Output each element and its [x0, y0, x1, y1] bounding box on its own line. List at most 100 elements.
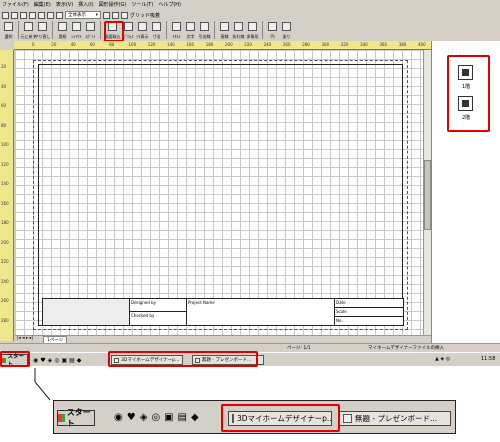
tool-fill[interactable]: 塗り [280, 21, 293, 40]
ruler-tick-label: 160 [1, 200, 9, 206]
zoom-in-icon[interactable] [47, 11, 54, 19]
ruler-tick-label: 200 [1, 239, 9, 245]
tool-label: 引出線 [198, 34, 211, 39]
tool-label: 塗り [282, 34, 291, 39]
tool-polyline[interactable]: 折れ線 [232, 21, 245, 40]
ruler-tick-label: 220 [244, 42, 252, 47]
separator [52, 21, 53, 39]
print-icon[interactable] [29, 11, 36, 19]
tool-label: ﾃｷｽﾄ [172, 34, 181, 39]
tab-nav-arrows[interactable]: |◂ ◂ ▸ ▸| [17, 336, 33, 341]
tool-leader[interactable]: 引出線 [198, 21, 211, 40]
ruler-tick-label: 280 [302, 42, 310, 47]
date-cell: Date [335, 299, 403, 308]
tool-line[interactable]: 直線 [218, 21, 231, 40]
highlight-floor-panel [447, 55, 490, 132]
polygon-icon [248, 22, 257, 31]
new-icon[interactable] [2, 11, 9, 19]
zoom-out-icon[interactable] [56, 11, 63, 19]
ruler-tick-label: 240 [263, 42, 272, 47]
tool-page[interactable]: 用紙 [56, 21, 69, 40]
standard-toolbar: 全体表示 ▾ グリッド吸着 [0, 10, 500, 20]
grid-snap-label[interactable]: グリッド吸着 [130, 12, 160, 19]
ruler-tick-label: 60 [1, 103, 7, 108]
ruler-tick-label: 120 [1, 161, 9, 167]
tool-label: ﾜｸ表示 [136, 34, 149, 39]
menu-tools[interactable]: ツール(T) [131, 1, 153, 8]
tool-label: 選択 [4, 34, 13, 39]
menu-help[interactable]: ヘルプ(H) [158, 1, 181, 8]
ruler-tick-label: 260 [282, 42, 291, 47]
ruler-tick-label: 120 [147, 42, 156, 47]
ruler-tick-label: 240 [1, 278, 9, 284]
ruler-tick-label: 140 [167, 42, 175, 47]
app-icon [343, 414, 352, 423]
quicklaunch-icons[interactable]: ◉♥◈◎▣▤◆ [33, 357, 83, 364]
zoom-window-icon[interactable] [38, 11, 45, 19]
ruler-tick-label: 40 [70, 42, 76, 47]
tool-eyedropper[interactable]: ｽﾎﾟｲﾄ [84, 21, 97, 40]
zoom-task-present-board[interactable]: 無題 - プレゼンボード... [339, 411, 451, 426]
redo-icon [38, 22, 47, 31]
tool-redo[interactable]: やり直し [35, 21, 51, 40]
drawing-canvas[interactable]: Designed by Checked by Project Name Date… [15, 50, 423, 335]
pageset-icon [72, 22, 81, 31]
tool-text[interactable]: ﾃｷｽﾄ [170, 21, 183, 40]
ruler-tick-label: 80 [1, 122, 7, 128]
paste-icon[interactable] [112, 11, 119, 19]
menu-edit[interactable]: 編集(E) [34, 1, 51, 8]
table-icon [124, 22, 133, 31]
inner-frame [38, 64, 403, 326]
designed-by-cell: Designed by [130, 299, 187, 312]
tool-circle[interactable]: 円 [266, 21, 279, 40]
menu-shape[interactable]: 図形操作(G) [99, 1, 127, 8]
eyedrop-icon [86, 22, 95, 31]
fill-icon [282, 22, 291, 31]
ruler-tick-label: 60 [89, 42, 95, 47]
windows-logo-icon [58, 414, 65, 422]
page-icon [58, 22, 67, 31]
scroll-thumb[interactable] [424, 160, 431, 230]
menu-file[interactable]: ファイル(F) [2, 1, 29, 8]
tool-frame[interactable]: ﾜｸ表示 [136, 21, 149, 40]
tool-label: 多角形 [246, 34, 259, 39]
tool-dimension[interactable]: 寸法 [150, 21, 163, 40]
tray-icons[interactable]: ▲ ◈ ◎ [435, 356, 450, 362]
menu-view[interactable]: 表示(V) [56, 1, 73, 8]
tool-undo[interactable]: 元に戻す [21, 21, 37, 40]
tool-select[interactable]: 選択 [2, 21, 15, 40]
tool-polygon[interactable]: 多角形 [246, 21, 259, 40]
copy-icon[interactable] [103, 11, 110, 19]
ruler-tick-label: 140 [1, 181, 9, 186]
grid-icon[interactable] [121, 11, 128, 19]
highlight-tasks [108, 351, 258, 367]
zoom-select-value: 全体表示 [68, 13, 86, 18]
ruler-tick-label: 340 [360, 42, 368, 47]
tool-label: 折れ線 [232, 34, 245, 39]
ruler-tick-label: 180 [205, 42, 214, 47]
chevron-down-icon: ▾ [95, 12, 98, 18]
zoom-start-button[interactable]: スタート [57, 408, 95, 428]
tool-label: 寸法 [152, 34, 161, 39]
tool-font[interactable]: 文字 [184, 21, 197, 40]
ruler-tick-label: 0 [32, 42, 35, 47]
menu-insert[interactable]: 挿入(I) [78, 1, 93, 8]
vertical-scrollbar[interactable] [423, 50, 431, 335]
tool-label: 円 [270, 34, 275, 39]
tool-layout[interactable]: ﾚｲｱｳﾄ [70, 21, 83, 40]
open-icon[interactable] [11, 11, 18, 19]
separator [166, 21, 167, 39]
separator [18, 21, 19, 39]
undo-icon [24, 22, 33, 31]
ruler-tick-label: 20 [51, 42, 57, 47]
ruler-tick-label: 280 [1, 317, 9, 323]
dimension-icon [152, 22, 161, 31]
checked-by-cell: Checked by [130, 312, 187, 325]
save-icon[interactable] [20, 11, 27, 19]
zoom-quicklaunch-icons[interactable]: ◉♥◈◎▣▤◆ [114, 412, 203, 423]
ruler-tick-label: 320 [340, 42, 349, 47]
no-cell: No. [336, 318, 343, 323]
ruler-horizontal: 0 20 40 60 80 100 120 140 160 180 200 220 240 260 280 3… [14, 41, 431, 50]
zoom-select[interactable]: 全体表示 ▾ [65, 11, 101, 19]
ruler-tick-label: 80 [109, 42, 115, 47]
